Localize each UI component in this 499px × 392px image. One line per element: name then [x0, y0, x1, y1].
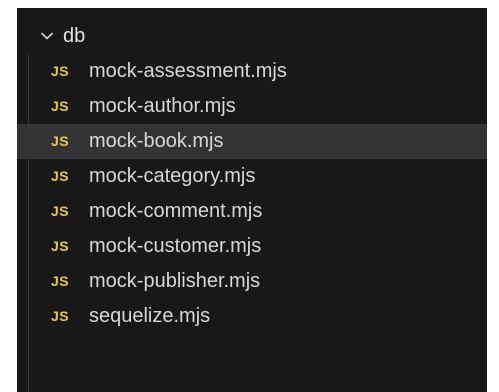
- js-file-icon: JS: [51, 168, 70, 184]
- file-row[interactable]: JS sequelize.mjs: [17, 299, 487, 334]
- chevron-down-icon: [41, 32, 53, 40]
- file-name: mock-publisher.mjs: [89, 270, 261, 292]
- file-name: mock-category.mjs: [89, 165, 256, 187]
- file-name: sequelize.mjs: [89, 305, 211, 327]
- file-explorer-panel: db JS mock-assessment.mjs JS mock-author…: [17, 8, 487, 392]
- file-name: mock-assessment.mjs: [89, 60, 287, 82]
- file-row[interactable]: JS mock-comment.mjs: [17, 194, 487, 229]
- js-file-icon: JS: [51, 238, 70, 254]
- file-name: mock-author.mjs: [89, 95, 236, 117]
- js-file-icon: JS: [51, 203, 70, 219]
- file-name: mock-customer.mjs: [89, 235, 262, 257]
- folder-label: db: [63, 25, 86, 47]
- file-row[interactable]: JS mock-publisher.mjs: [17, 264, 487, 299]
- file-name: mock-comment.mjs: [89, 200, 263, 222]
- file-row[interactable]: JS mock-category.mjs: [17, 159, 487, 194]
- screenshot-canvas: db JS mock-assessment.mjs JS mock-author…: [0, 0, 499, 392]
- js-file-icon: JS: [51, 308, 70, 324]
- folder-row-db[interactable]: db: [17, 19, 487, 54]
- file-row-selected[interactable]: JS mock-book.mjs: [17, 124, 487, 159]
- js-file-icon: JS: [51, 98, 70, 114]
- js-file-icon: JS: [51, 133, 70, 149]
- js-file-icon: JS: [51, 63, 70, 79]
- file-row[interactable]: JS mock-author.mjs: [17, 89, 487, 124]
- file-name: mock-book.mjs: [89, 130, 224, 152]
- file-row[interactable]: JS mock-customer.mjs: [17, 229, 487, 264]
- js-file-icon: JS: [51, 273, 70, 289]
- file-row[interactable]: JS mock-assessment.mjs: [17, 54, 487, 89]
